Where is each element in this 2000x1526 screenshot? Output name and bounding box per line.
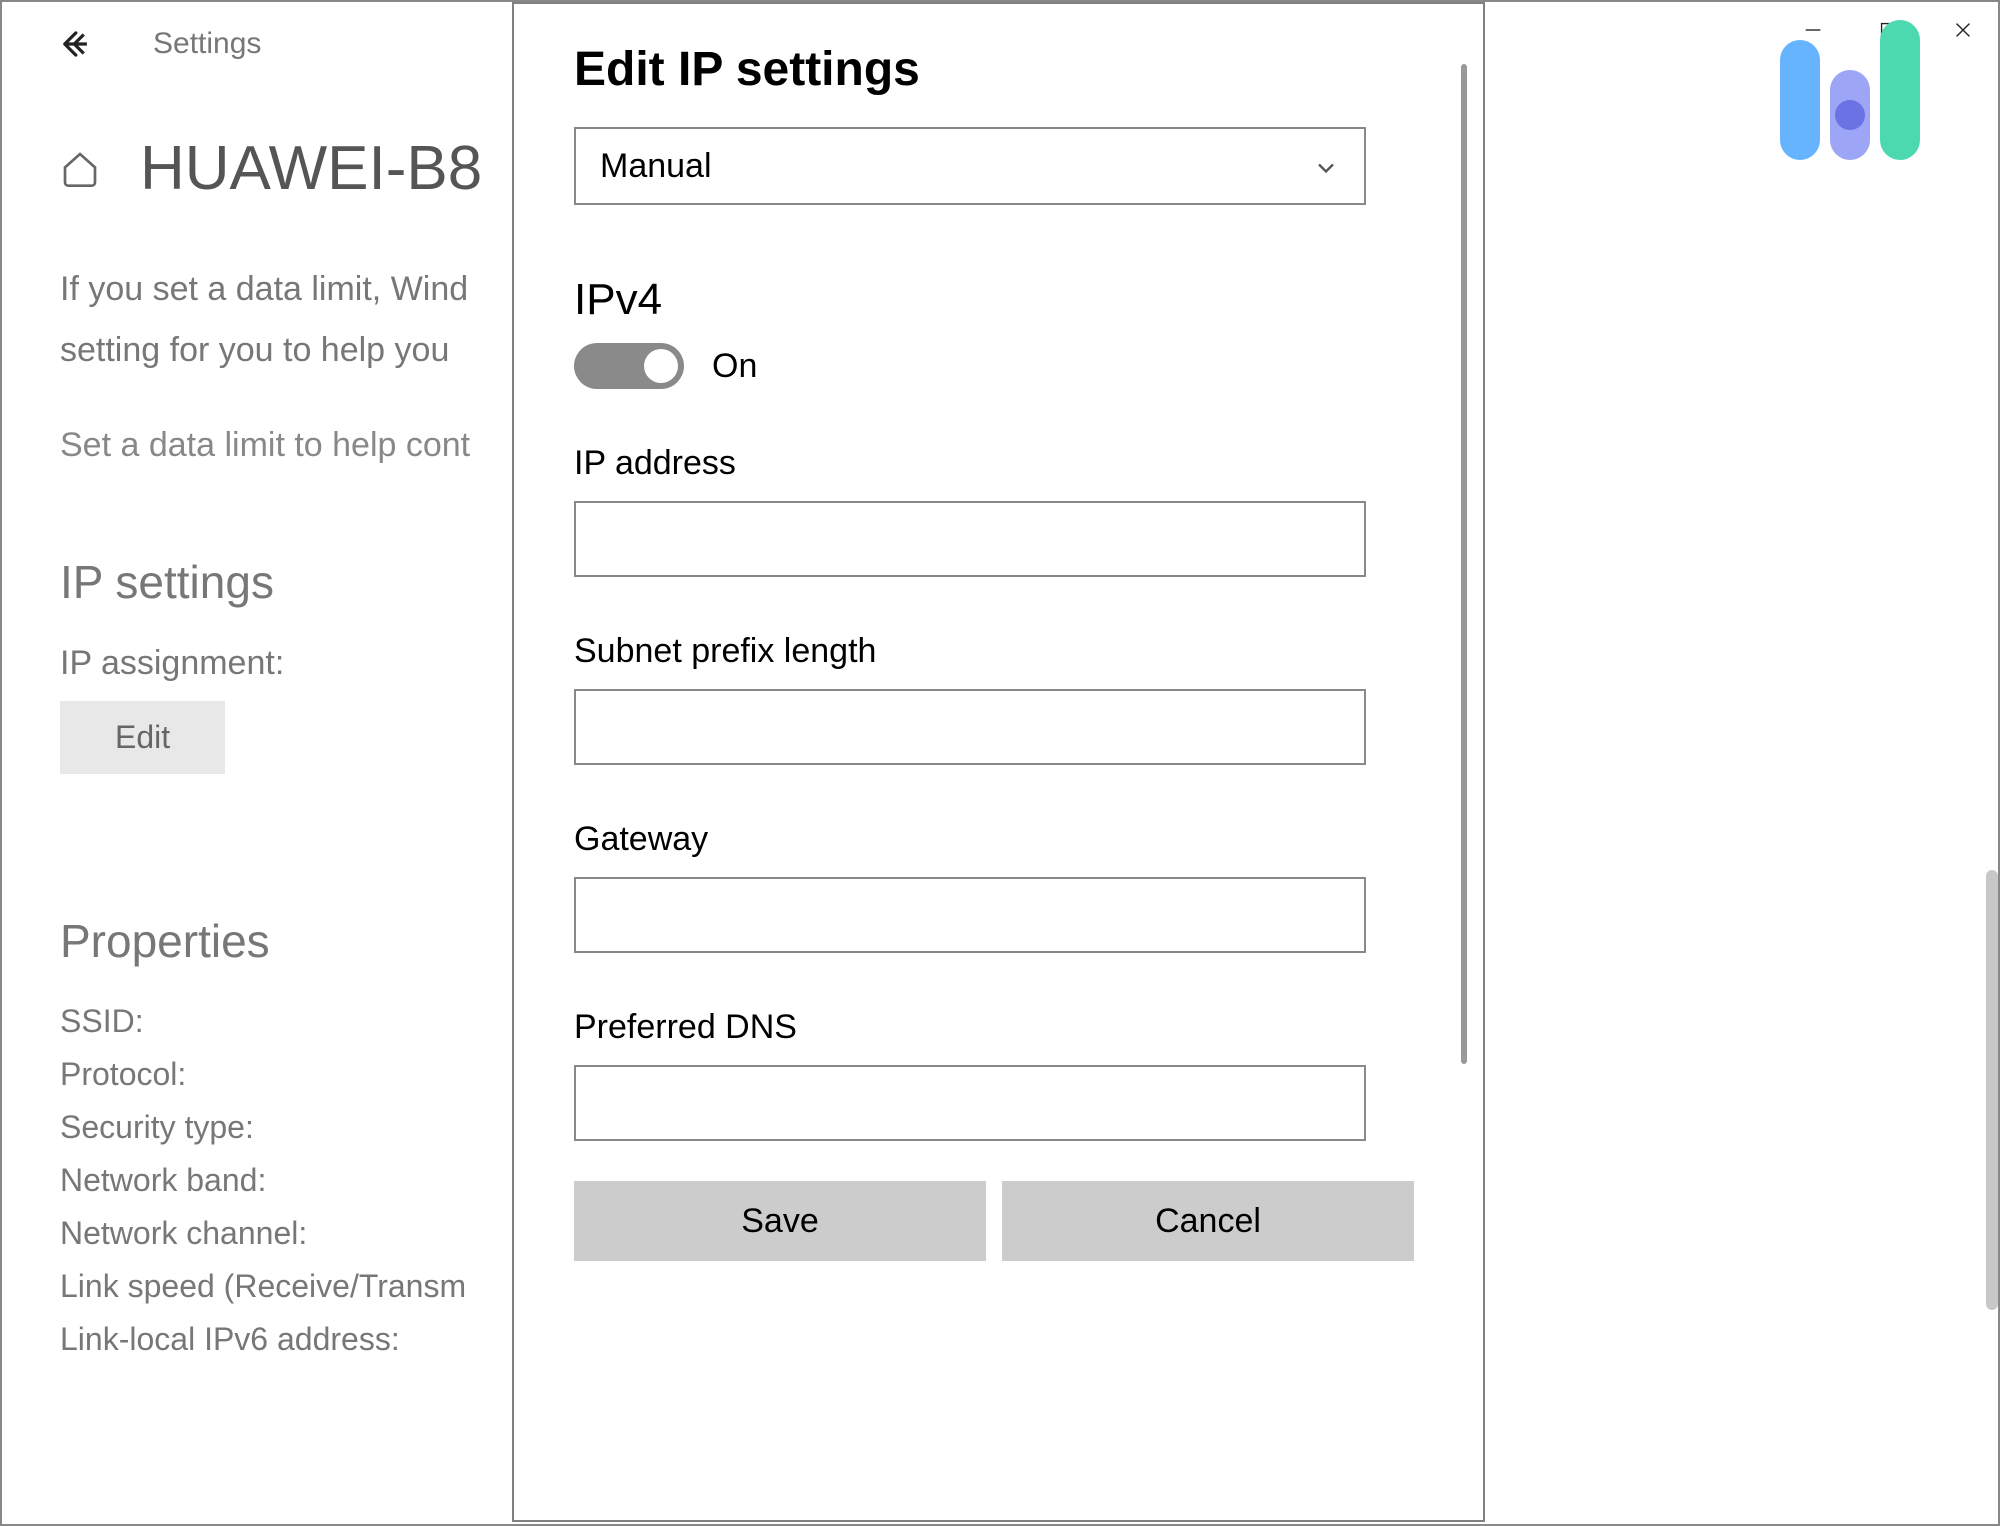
logo-bar — [1780, 40, 1820, 160]
page-scrollbar[interactable] — [1986, 870, 1998, 1310]
logo-bar — [1830, 70, 1870, 160]
page-title: HUAWEI-B8 — [140, 133, 482, 204]
dialog-title: Edit IP settings — [574, 42, 1423, 97]
ip-address-input[interactable] — [574, 501, 1366, 577]
dialog-scrollbar[interactable] — [1461, 64, 1467, 1064]
brand-logo — [1780, 20, 1930, 160]
logo-bar — [1880, 20, 1920, 160]
home-icon — [60, 149, 100, 189]
chevron-down-icon — [1312, 152, 1340, 180]
subnet-prefix-label: Subnet prefix length — [574, 632, 1366, 671]
settings-label: Settings — [153, 27, 261, 61]
close-button[interactable] — [1925, 5, 2000, 55]
ip-mode-select[interactable]: Manual — [574, 127, 1366, 205]
edit-ip-settings-dialog: Edit IP settings Manual IPv4 On IP addre… — [512, 2, 1485, 1522]
gateway-label: Gateway — [574, 820, 1366, 859]
ipv4-toggle[interactable] — [574, 343, 684, 389]
back-button[interactable] — [60, 25, 98, 63]
edit-button[interactable]: Edit — [60, 701, 225, 774]
save-button[interactable]: Save — [574, 1181, 986, 1261]
cancel-button[interactable]: Cancel — [1002, 1181, 1414, 1261]
toggle-knob — [644, 349, 678, 383]
ip-mode-value: Manual — [600, 147, 712, 186]
ip-address-label: IP address — [574, 444, 1366, 483]
ipv4-toggle-state: On — [712, 347, 757, 386]
ipv4-heading: IPv4 — [574, 275, 1423, 325]
subnet-prefix-input[interactable] — [574, 689, 1366, 765]
preferred-dns-input[interactable] — [574, 1065, 1366, 1141]
preferred-dns-label: Preferred DNS — [574, 1008, 1366, 1047]
gateway-input[interactable] — [574, 877, 1366, 953]
